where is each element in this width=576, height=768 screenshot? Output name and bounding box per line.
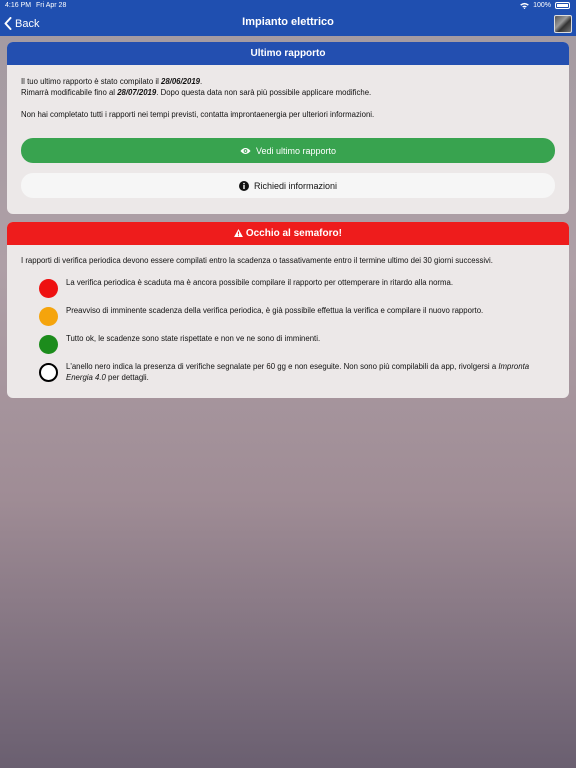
report-warning-text: Non hai completato tutti i rapporti nei … [21,110,375,119]
report-dates: Il tuo ultimo rapporto è stato compilato… [21,76,555,98]
report-card-title: Ultimo rapporto [7,42,569,65]
view-report-button[interactable]: Vedi ultimo rapporto [21,138,555,163]
status-bar: 4:16 PM Fri Apr 28 100% [0,0,576,11]
report-editable-line: Rimarrà modificabile fino al 28/07/2019.… [21,87,555,98]
app-header: 4:16 PM Fri Apr 28 100% Back Impianto el… [0,0,576,36]
report-compiled-line: Il tuo ultimo rapporto è stato compilato… [21,76,555,87]
warning-icon [234,229,243,237]
request-info-label: Richiedi informazioni [253,180,338,191]
compiled-date: 28/06/2019 [160,77,201,86]
semaphore-card: Occhio al semaforo! I rapporti di verifi… [7,222,569,398]
legend-item-orange: Preavviso di imminente scadenza della ve… [39,305,555,327]
black-ring-icon [39,363,58,382]
legend-text-ring: L'anello nero indica la presenza di veri… [66,361,555,383]
editable-date: 28/07/2019 [117,88,157,97]
semaphore-title-text: Occhio al semaforo! [245,228,342,239]
compiled-suffix: . [200,77,203,86]
ring-text: L'anello nero indica la presenza di veri… [66,362,499,371]
battery-percent: 100% [533,2,551,9]
nav-bar: Back Impianto elettrico [0,11,576,36]
page-title: Impianto elettrico [242,16,334,28]
info-icon [238,180,249,191]
legend-item-green: Tutto ok, le scadenze sono state rispett… [39,333,555,355]
report-card: Ultimo rapporto Il tuo ultimo rapporto è… [7,42,569,214]
editable-text: Rimarrà modificabile fino al [21,88,118,97]
status-time: 4:16 PM [5,2,32,9]
compiled-text: Il tuo ultimo rapporto è stato compilato… [21,77,161,86]
eye-icon [240,147,251,154]
request-info-button[interactable]: Richiedi informazioni [21,173,555,198]
semaphore-intro: I rapporti di verifica periodica devono … [21,256,493,265]
legend-text-orange: Preavviso di imminente scadenza della ve… [66,306,484,315]
orange-light-icon [39,307,58,326]
semaphore-card-title: Occhio al semaforo! [7,222,569,245]
status-date: Fri Apr 28 [36,2,67,9]
view-report-label: Vedi ultimo rapporto [255,145,337,156]
legend-item-red: La verifica periodica è scaduta ma è anc… [39,277,555,299]
editable-suffix: . Dopo questa data non sarà più possibil… [156,88,372,97]
legend-text-green: Tutto ok, le scadenze sono state rispett… [66,334,321,343]
red-light-icon [39,279,58,298]
legend-item-black-ring: L'anello nero indica la presenza di veri… [39,361,555,387]
status-right: 100% [520,0,570,11]
legend-text-red: La verifica periodica è scaduta ma è anc… [66,278,454,287]
green-light-icon [39,335,58,354]
wifi-icon [520,2,529,9]
ring-suffix: per dettagli. [105,373,149,382]
battery-icon [555,2,570,9]
user-avatar[interactable] [554,15,572,33]
